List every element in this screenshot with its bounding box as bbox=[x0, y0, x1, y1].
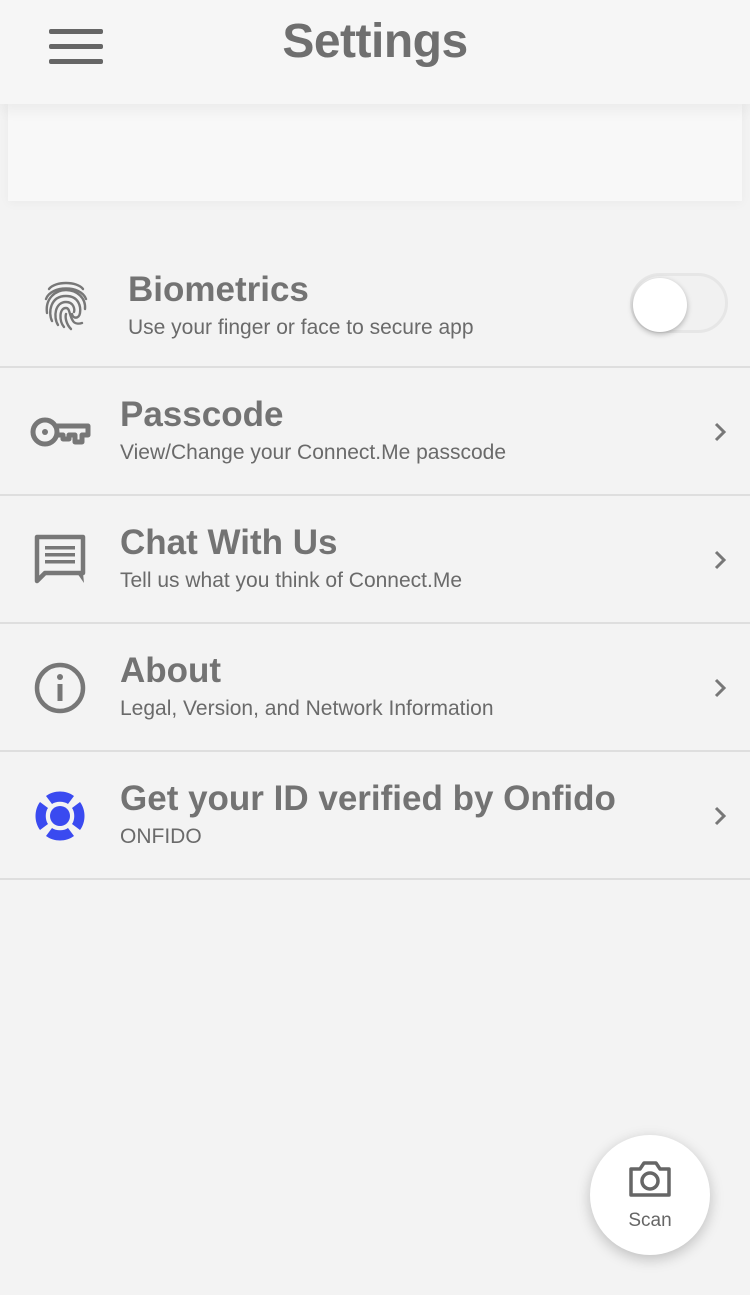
passcode-description: View/Change your Connect.Me passcode bbox=[120, 441, 507, 464]
chat-text: Chat With Us Tell us what you think of C… bbox=[120, 523, 462, 595]
chevron-right-icon bbox=[710, 546, 730, 574]
chat-icon bbox=[28, 530, 92, 590]
onfido-label: Get your ID verified by Onfido bbox=[120, 779, 616, 818]
about-description: Legal, Version, and Network Information bbox=[120, 697, 494, 720]
chevron-right-icon bbox=[710, 418, 730, 446]
header-band bbox=[8, 104, 742, 201]
biometrics-description: Use your finger or face to secure app bbox=[128, 316, 474, 339]
key-icon bbox=[28, 402, 92, 462]
chevron-right-icon bbox=[710, 802, 730, 830]
chat-label: Chat With Us bbox=[120, 523, 338, 562]
toggle-knob bbox=[633, 278, 687, 332]
biometrics-text: Biometrics Use your finger or face to se… bbox=[128, 270, 474, 342]
settings-list: Biometrics Use your finger or face to se… bbox=[0, 240, 750, 880]
onfido-description: ONFIDO bbox=[120, 825, 202, 848]
page-title: Settings bbox=[282, 15, 468, 68]
settings-item-onfido[interactable]: Get your ID verified by Onfido ONFIDO bbox=[0, 752, 750, 880]
scan-label: Scan bbox=[628, 1209, 672, 1231]
onfido-logo-icon bbox=[28, 786, 92, 846]
about-text: About Legal, Version, and Network Inform… bbox=[120, 651, 494, 723]
chat-description: Tell us what you think of Connect.Me bbox=[120, 569, 463, 592]
settings-item-passcode[interactable]: Passcode View/Change your Connect.Me pas… bbox=[0, 368, 750, 496]
app-header: Settings bbox=[0, 0, 750, 104]
onfido-text: Get your ID verified by Onfido ONFIDO bbox=[120, 779, 616, 851]
settings-item-biometrics: Biometrics Use your finger or face to se… bbox=[0, 240, 750, 368]
scan-button[interactable]: Scan bbox=[590, 1135, 710, 1255]
settings-item-about[interactable]: About Legal, Version, and Network Inform… bbox=[0, 624, 750, 752]
biometrics-toggle[interactable] bbox=[630, 273, 728, 333]
settings-item-chat[interactable]: Chat With Us Tell us what you think of C… bbox=[0, 496, 750, 624]
biometrics-label: Biometrics bbox=[128, 270, 309, 309]
fingerprint-icon bbox=[34, 274, 98, 334]
chevron-right-icon bbox=[710, 674, 730, 702]
info-icon bbox=[28, 658, 92, 718]
passcode-label: Passcode bbox=[120, 395, 284, 434]
camera-icon bbox=[627, 1159, 673, 1204]
passcode-text: Passcode View/Change your Connect.Me pas… bbox=[120, 395, 506, 467]
about-label: About bbox=[120, 651, 222, 690]
